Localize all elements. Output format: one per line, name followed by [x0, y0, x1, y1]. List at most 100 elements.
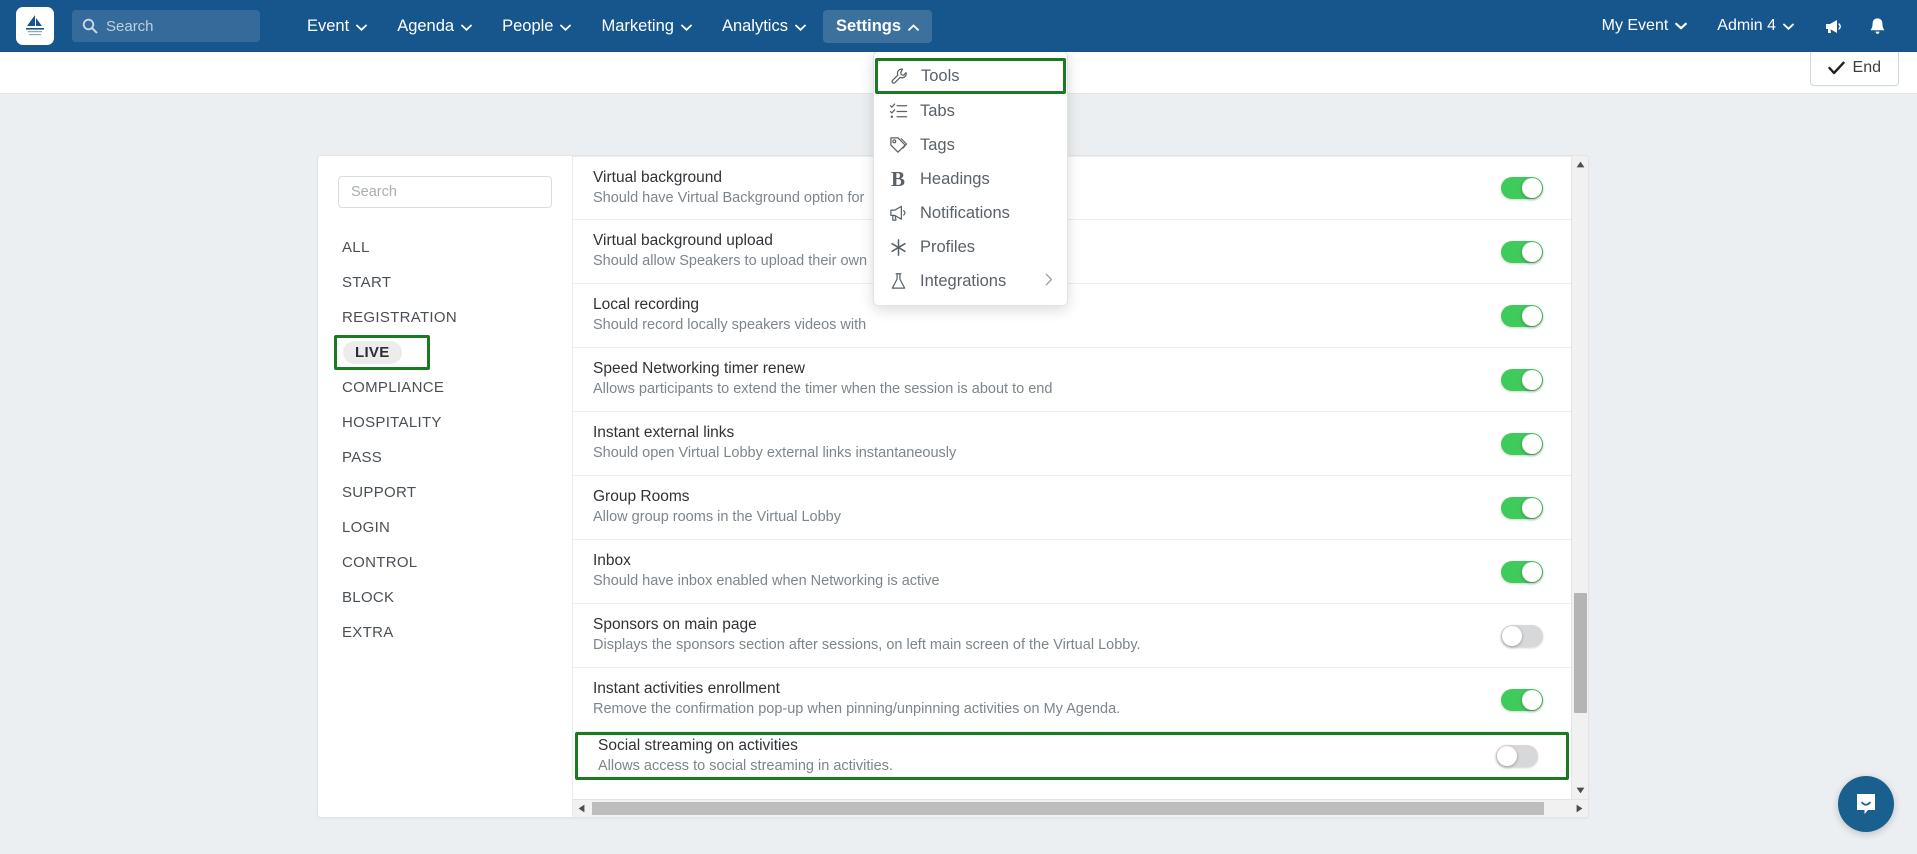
setting-row[interactable]: Speed Networking timer renew Allows part…: [573, 348, 1571, 412]
dropdown-item-tools[interactable]: Tools: [875, 58, 1066, 94]
setting-row[interactable]: Instant external links Should open Virtu…: [573, 412, 1571, 476]
scroll-down-arrow-icon[interactable]: [1572, 782, 1588, 799]
dropdown-item-label: Tags: [920, 135, 955, 154]
search-input[interactable]: [106, 17, 250, 35]
scroll-up-arrow-icon[interactable]: [1572, 156, 1588, 173]
bell-icon: [1870, 17, 1885, 34]
scroll-left-arrow-icon[interactable]: [573, 800, 590, 818]
setting-title: Speed Networking timer renew: [593, 360, 805, 378]
setting-toggle[interactable]: [1501, 177, 1543, 199]
my-event-label: My Event: [1601, 17, 1669, 34]
nav-item-people[interactable]: People: [489, 10, 584, 43]
chat-bubble-icon: [1857, 794, 1875, 814]
dropdown-item-notifications[interactable]: Notifications: [874, 196, 1067, 230]
vertical-scrollbar[interactable]: [1571, 156, 1588, 799]
dropdown-item-label: Headings: [920, 169, 990, 188]
sidebar-item-control[interactable]: CONTROL: [318, 545, 572, 580]
setting-row[interactable]: Sponsors on main page Displays the spons…: [573, 604, 1571, 668]
top-navbar: Event Agenda People Marketing Analytics: [0, 0, 1917, 52]
sidebar-item-pass[interactable]: PASS: [318, 440, 572, 475]
setting-toggle[interactable]: [1501, 688, 1543, 711]
setting-row[interactable]: Virtual background upload Should allow S…: [573, 220, 1571, 284]
setting-row[interactable]: Group Rooms Allow group rooms in the Vir…: [573, 476, 1571, 540]
nav-item-settings[interactable]: Settings: [822, 9, 933, 43]
scroll-right-arrow-icon[interactable]: [1571, 800, 1588, 818]
sidebar-item-compliance[interactable]: COMPLIANCE: [318, 370, 572, 405]
sidebar-item-extra[interactable]: EXTRA: [318, 615, 572, 650]
sidebar-item-hospitality[interactable]: HOSPITALITY: [318, 405, 572, 440]
setting-row-social-streaming[interactable]: Social streaming on activities Allows ac…: [575, 732, 1569, 780]
chevron-up-icon: [908, 17, 919, 36]
sidebar-item-support[interactable]: SUPPORT: [318, 475, 572, 510]
nav-item-admin-account[interactable]: Admin 4: [1704, 10, 1807, 42]
sidebar-item-block[interactable]: BLOCK: [318, 580, 572, 615]
setting-title: Inbox: [593, 552, 631, 570]
nav-item-label: Marketing: [601, 16, 674, 35]
nav-item-agenda[interactable]: Agenda: [384, 10, 485, 43]
horizontal-scroll-thumb[interactable]: [592, 801, 1544, 815]
nav-item-label: Analytics: [721, 16, 788, 35]
sidebar-item-live[interactable]: LIVE: [334, 335, 430, 370]
setting-row[interactable]: Instant activities enrollment Remove the…: [573, 668, 1571, 732]
sidebar-item-registration[interactable]: REGISTRATION: [318, 300, 572, 335]
chevron-down-icon: [560, 17, 572, 36]
category-sidebar: ALL START REGISTRATION LIVE COMPLIANCE H…: [318, 156, 573, 817]
global-search[interactable]: [72, 10, 260, 42]
sailboat-logo-icon: [26, 15, 44, 36]
setting-toggle[interactable]: [1501, 368, 1543, 391]
setting-row[interactable]: Virtual background Should have Virtual B…: [573, 156, 1571, 220]
admin-label: Admin 4: [1717, 17, 1776, 34]
chevron-down-icon: [1783, 17, 1794, 35]
setting-description: Allows participants to extend the timer …: [593, 381, 1053, 398]
setting-description: Should record locally speakers videos wi…: [593, 317, 867, 334]
setting-toggle[interactable]: [1496, 745, 1538, 767]
setting-title: Instant external links: [593, 424, 735, 442]
chevron-right-icon: [1045, 272, 1053, 291]
dropdown-item-label: Profiles: [920, 237, 976, 256]
dropdown-item-label: Notifications: [920, 203, 1010, 222]
setting-toggle[interactable]: [1501, 432, 1543, 455]
sidebar-item-label: CONTROL: [342, 554, 418, 571]
end-button[interactable]: End: [1809, 50, 1899, 86]
dropdown-item-tabs[interactable]: Tabs: [874, 94, 1067, 128]
setting-row[interactable]: Local recording Should record locally sp…: [573, 284, 1571, 348]
sidebar-item-label: LIVE: [343, 341, 402, 364]
dropdown-item-profiles[interactable]: Profiles: [874, 230, 1067, 264]
vertical-scroll-track[interactable]: [1572, 173, 1588, 782]
flask-icon: [888, 272, 908, 291]
announcements-button[interactable]: [1811, 10, 1856, 43]
sidebar-item-label: HOSPITALITY: [342, 414, 442, 431]
horizontal-scrollbar[interactable]: [573, 799, 1588, 817]
horizontal-scroll-track[interactable]: [590, 800, 1571, 818]
app-logo[interactable]: [16, 7, 54, 45]
nav-item-marketing[interactable]: Marketing: [588, 10, 704, 43]
sidebar-item-label: START: [342, 274, 392, 291]
dropdown-item-integrations[interactable]: Integrations: [874, 264, 1067, 298]
tag-icon: [888, 136, 908, 155]
sidebar-search-input[interactable]: [351, 184, 539, 200]
nav-item-analytics[interactable]: Analytics: [709, 10, 819, 43]
setting-title: Instant activities enrollment: [593, 680, 780, 698]
settings-list: Virtual background Should have Virtual B…: [573, 156, 1571, 799]
dropdown-item-headings[interactable]: B Headings: [874, 162, 1067, 196]
setting-toggle[interactable]: [1501, 304, 1543, 327]
setting-row[interactable]: Inbox Should have inbox enabled when Net…: [573, 540, 1571, 604]
dropdown-item-tags[interactable]: Tags: [874, 128, 1067, 162]
nav-item-my-event[interactable]: My Event: [1589, 10, 1701, 42]
setting-description: Should have inbox enabled when Networkin…: [593, 573, 940, 590]
notifications-button[interactable]: [1856, 9, 1899, 44]
sidebar-item-start[interactable]: START: [318, 265, 572, 300]
setting-toggle[interactable]: [1501, 496, 1543, 519]
vertical-scroll-thumb[interactable]: [1574, 593, 1587, 713]
setting-toggle[interactable]: [1501, 624, 1543, 647]
sidebar-item-all[interactable]: ALL: [318, 230, 572, 265]
sidebar-search[interactable]: [338, 176, 552, 208]
setting-toggle[interactable]: [1501, 560, 1543, 583]
nav-item-label: People: [502, 16, 554, 35]
sidebar-item-label: COMPLIANCE: [342, 379, 445, 396]
chat-launcher-button[interactable]: [1838, 776, 1894, 832]
sidebar-item-login[interactable]: LOGIN: [318, 510, 572, 545]
setting-title: Social streaming on activities: [598, 736, 798, 754]
nav-item-event[interactable]: Event: [294, 10, 380, 43]
setting-toggle[interactable]: [1501, 240, 1543, 263]
